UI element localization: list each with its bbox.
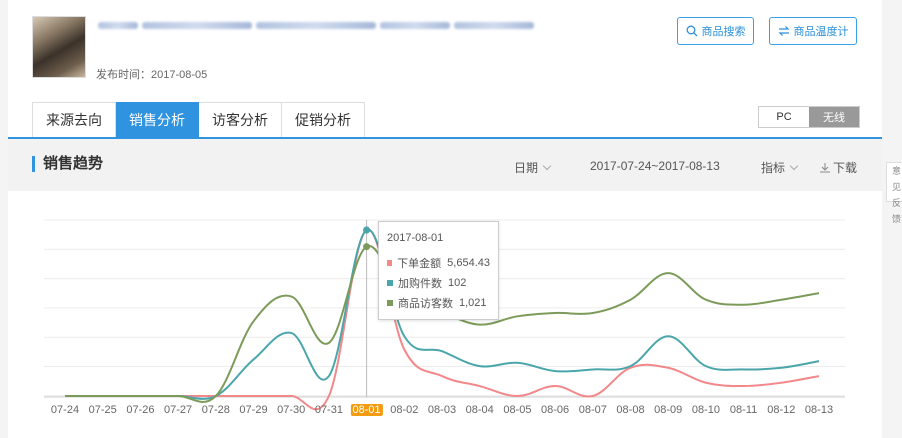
x-tick-label: 08-13 <box>804 404 834 416</box>
x-tick-label: 08-06 <box>541 404 570 416</box>
legend-swatch <box>387 280 393 286</box>
x-tick-label: 08-01 <box>350 404 383 416</box>
x-tick-label: 07-27 <box>164 404 193 416</box>
tooltip-date: 2017-08-01 <box>387 232 444 244</box>
chart-tooltip: 2017-08-01 下单金额 5,654.43 加购件数 102 商品访客数 1,021 <box>378 221 499 320</box>
tooltip-value: 5,654.43 <box>447 257 490 269</box>
x-tick-label: 08-12 <box>767 404 796 416</box>
x-tick-label: 08-03 <box>427 404 457 416</box>
series-point-2 <box>363 243 371 251</box>
legend-swatch <box>387 300 393 306</box>
sales-trend-chart[interactable] <box>0 0 902 438</box>
tooltip-value: 102 <box>448 277 467 289</box>
series-point-1 <box>363 226 371 234</box>
x-tick-label: 07-26 <box>126 404 155 416</box>
x-tick-label: 08-08 <box>616 404 645 416</box>
x-tick-label: 07-24 <box>50 404 80 416</box>
x-tick-label: 07-28 <box>201 404 230 416</box>
x-tick-label: 08-05 <box>503 404 532 416</box>
x-tick-label: 08-11 <box>729 404 758 416</box>
x-tick-label: 08-02 <box>390 404 419 416</box>
tooltip-label: 加购件数 <box>398 278 442 290</box>
tooltip-label: 商品访客数 <box>398 298 453 310</box>
x-tick-label: 08-07 <box>578 404 607 416</box>
tooltip-label: 下单金额 <box>397 258 442 270</box>
x-tick-label: 08-10 <box>691 404 720 416</box>
x-tick-label: 07-31 <box>314 404 343 416</box>
x-tick-label: 07-25 <box>88 404 117 416</box>
x-tick-label: 08-04 <box>465 404 494 416</box>
tooltip-row: 商品访客数 1,021 <box>387 293 490 313</box>
legend-swatch <box>387 260 393 266</box>
x-tick-label: 07-30 <box>277 404 306 416</box>
x-tick-label: 07-29 <box>239 404 268 416</box>
tooltip-row: 加购件数 102 <box>387 273 490 293</box>
x-tick-label: 08-09 <box>654 404 683 416</box>
tooltip-value: 1,021 <box>459 297 487 309</box>
tooltip-row: 下单金额 5,654.43 <box>387 253 490 273</box>
